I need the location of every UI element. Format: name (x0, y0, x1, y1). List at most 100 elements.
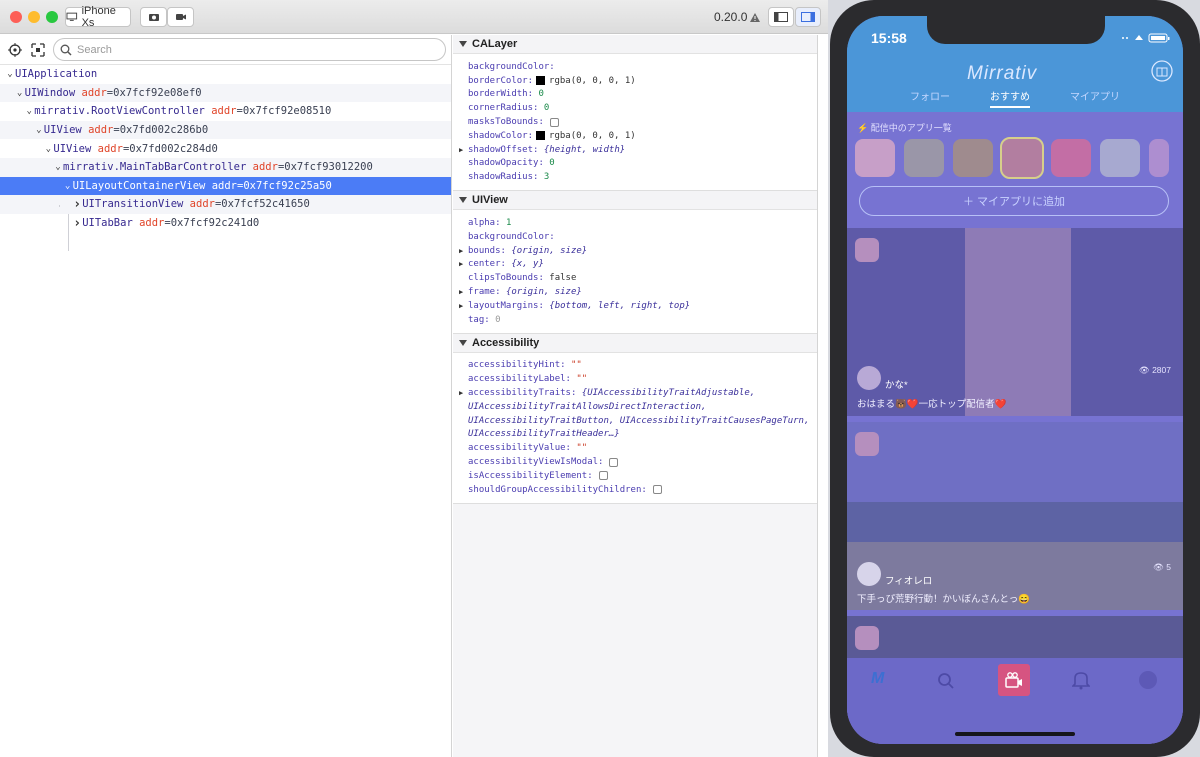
screenshot-button[interactable] (140, 7, 167, 27)
prop-value[interactable]: 3 (544, 172, 549, 182)
prop-value[interactable]: 0 (495, 315, 500, 325)
toggle-left-panel-button[interactable] (768, 7, 794, 27)
accessibility-header[interactable]: Accessibility (453, 333, 817, 353)
disclosure-right-icon[interactable]: ▶ (459, 288, 463, 296)
close-window-button[interactable] (10, 11, 22, 23)
tab-follow[interactable]: フォロー (910, 88, 950, 108)
tree-row[interactable]: ⌄ mirrativ.RootViewController addr = 0x7fcf… (0, 102, 451, 121)
calayer-header[interactable]: CALayer (453, 35, 817, 54)
addr-key: addr (211, 105, 237, 118)
chevron-down-icon[interactable]: ⌄ (53, 162, 63, 172)
is-element-checkbox[interactable] (598, 471, 608, 481)
home-tab-icon[interactable]: M (871, 670, 884, 688)
toggle-right-panel-button[interactable] (795, 7, 821, 27)
tree-row[interactable]: ⌄ UIView addr = 0x7fd002c284d0 (0, 139, 451, 158)
chevron-right-icon[interactable]: › (72, 216, 82, 231)
app-icon[interactable] (1100, 139, 1140, 177)
prop-key: masksToBounds: (468, 117, 544, 128)
app-badge-icon (855, 238, 879, 262)
prop-value[interactable]: 1 (506, 218, 511, 228)
disclosure-down-icon (459, 197, 467, 204)
disclosure-right-icon[interactable]: ▶ (459, 247, 463, 255)
search-input[interactable] (77, 43, 407, 56)
view-is-modal-checkbox[interactable] (609, 457, 619, 467)
app-icon[interactable] (1000, 137, 1044, 179)
masks-to-bounds-checkbox[interactable] (549, 117, 559, 127)
prop-value[interactable]: 0 (544, 103, 549, 113)
tab-recommended[interactable]: おすすめ (990, 88, 1030, 108)
phone-screen[interactable]: 15:58 Mirrativ フォロー おすすめ マイアプリ ⚡ 配信中のアプリ… (847, 16, 1183, 744)
gift-box-icon[interactable] (1151, 60, 1173, 82)
search-tab-icon[interactable] (937, 672, 955, 690)
tree-row[interactable]: ⌄ UIWindow addr = 0x7fcf92e08ef0 (0, 83, 451, 103)
warning-icon[interactable] (749, 12, 761, 23)
disclosure-right-icon[interactable]: ▶ (459, 302, 463, 310)
app-icon[interactable] (1149, 139, 1169, 177)
tree-row[interactable]: › UITransitionView addr = 0x7fcf52c41650 (0, 195, 451, 214)
prop-layoutmargins[interactable]: ▶ layoutMargins: {bottom, left, right, to… (453, 299, 817, 313)
disclosure-right-icon[interactable]: ▶ (459, 389, 463, 397)
prop-accessibility-traits[interactable]: ▶ accessibilityTraits: {UIAccessibilityTr… (453, 386, 817, 400)
chevron-down-icon[interactable]: ⌄ (15, 88, 25, 98)
crosshair-icon[interactable] (8, 43, 22, 57)
prop-frame[interactable]: ▶ frame: {origin, size} (453, 285, 817, 299)
chevron-down-icon[interactable]: ⌄ (5, 69, 15, 79)
tree-row[interactable]: ⌄ UIView addr = 0x7fd002c286b0 (0, 120, 451, 140)
broadcast-tab-button[interactable] (998, 664, 1030, 696)
prop-center[interactable]: ▶ center: {x, y} (453, 258, 817, 272)
chevron-down-icon[interactable]: ⌄ (24, 106, 34, 116)
prop-key: accessibilityValue: (468, 443, 571, 454)
add-to-my-apps-button[interactable]: ＋ マイアプリに追加 (859, 186, 1169, 216)
app-icon[interactable] (953, 139, 993, 177)
tree-row[interactable]: ⌄ mirrativ.MainTabBarController addr = 0x7f… (0, 157, 451, 177)
prop-value[interactable]: 0 (549, 158, 554, 168)
app-icon[interactable] (904, 139, 944, 177)
prop-value[interactable]: "" (576, 374, 587, 384)
prop-bounds[interactable]: ▶ bounds: {origin, size} (453, 244, 817, 258)
color-swatch[interactable] (536, 131, 546, 141)
chevron-down-icon[interactable]: ⌄ (34, 125, 44, 135)
prop-key: shouldGroupAccessibilityChildren: (468, 484, 647, 495)
prop-value[interactable]: false (549, 273, 576, 283)
prop-value[interactable]: 0 (538, 89, 543, 99)
app-icon[interactable] (855, 139, 895, 177)
expand-all-icon[interactable] (31, 43, 45, 57)
addr-key: addr (189, 198, 215, 211)
addr-value: 0x7fcf92e08510 (242, 105, 332, 118)
zoom-window-button[interactable] (46, 11, 58, 23)
chevron-down-icon[interactable]: ⌄ (63, 181, 73, 191)
disclosure-right-icon[interactable]: ▶ (459, 260, 463, 268)
prop-shadowcolor: shadowColor: rgba(0, 0, 0, 1) (453, 129, 817, 143)
prop-shadowoffset[interactable]: ▶ shadowOffset: {height, width} (453, 143, 817, 157)
app-icon-row (855, 137, 1169, 179)
tab-my-apps[interactable]: マイアプリ (1070, 88, 1120, 108)
prop-value: {origin, size} (505, 287, 582, 298)
search-field[interactable] (53, 38, 446, 61)
prop-value[interactable]: "" (576, 443, 587, 453)
record-button[interactable] (167, 7, 194, 27)
tree-row[interactable]: ⌄ UIApplication (0, 65, 451, 84)
group-children-checkbox[interactable] (652, 485, 662, 495)
prop-value: {height, width} (543, 144, 626, 155)
app-icon[interactable] (1051, 139, 1091, 177)
streamer-name: かな* (885, 380, 908, 391)
minimize-window-button[interactable] (28, 11, 40, 23)
bell-icon[interactable] (1072, 670, 1090, 690)
disclosure-right-icon[interactable]: ▶ (459, 146, 463, 154)
color-swatch[interactable] (536, 76, 546, 86)
tree-row[interactable]: ⌄ UILayoutContainerView addr = 0x7fcf92c25a… (0, 176, 451, 196)
device-selector-button[interactable]: iPhone Xs (65, 5, 131, 29)
phone-frame: 15:58 Mirrativ フォロー おすすめ マイアプリ ⚡ 配信中のアプリ… (830, 0, 1200, 757)
chevron-down-icon[interactable]: ⌄ (43, 144, 53, 154)
video-camera-icon (175, 14, 186, 20)
prop-value: rgba(0, 0, 0, 1) (549, 130, 636, 141)
uiview-header[interactable]: UIView (453, 191, 817, 211)
prop-value[interactable]: "" (571, 360, 582, 370)
stream-card[interactable]: フィオレロ 👁 5 下手っぴ荒野行動！かいぼんさんとっ😄 (847, 422, 1183, 610)
chevron-right-icon[interactable]: › (72, 197, 82, 212)
stream-card[interactable]: かな* 👁 2807 おはまる🐻❤️一応トップ配信者❤️ (847, 228, 1183, 416)
traits-continuation: UIAccessibilityTraitButton, UIAccessibil… (468, 415, 810, 426)
profile-tab-icon[interactable] (1139, 671, 1157, 689)
prop-cornerradius: cornerRadius: 0 (453, 101, 817, 115)
prop-key: frame: (468, 287, 501, 298)
